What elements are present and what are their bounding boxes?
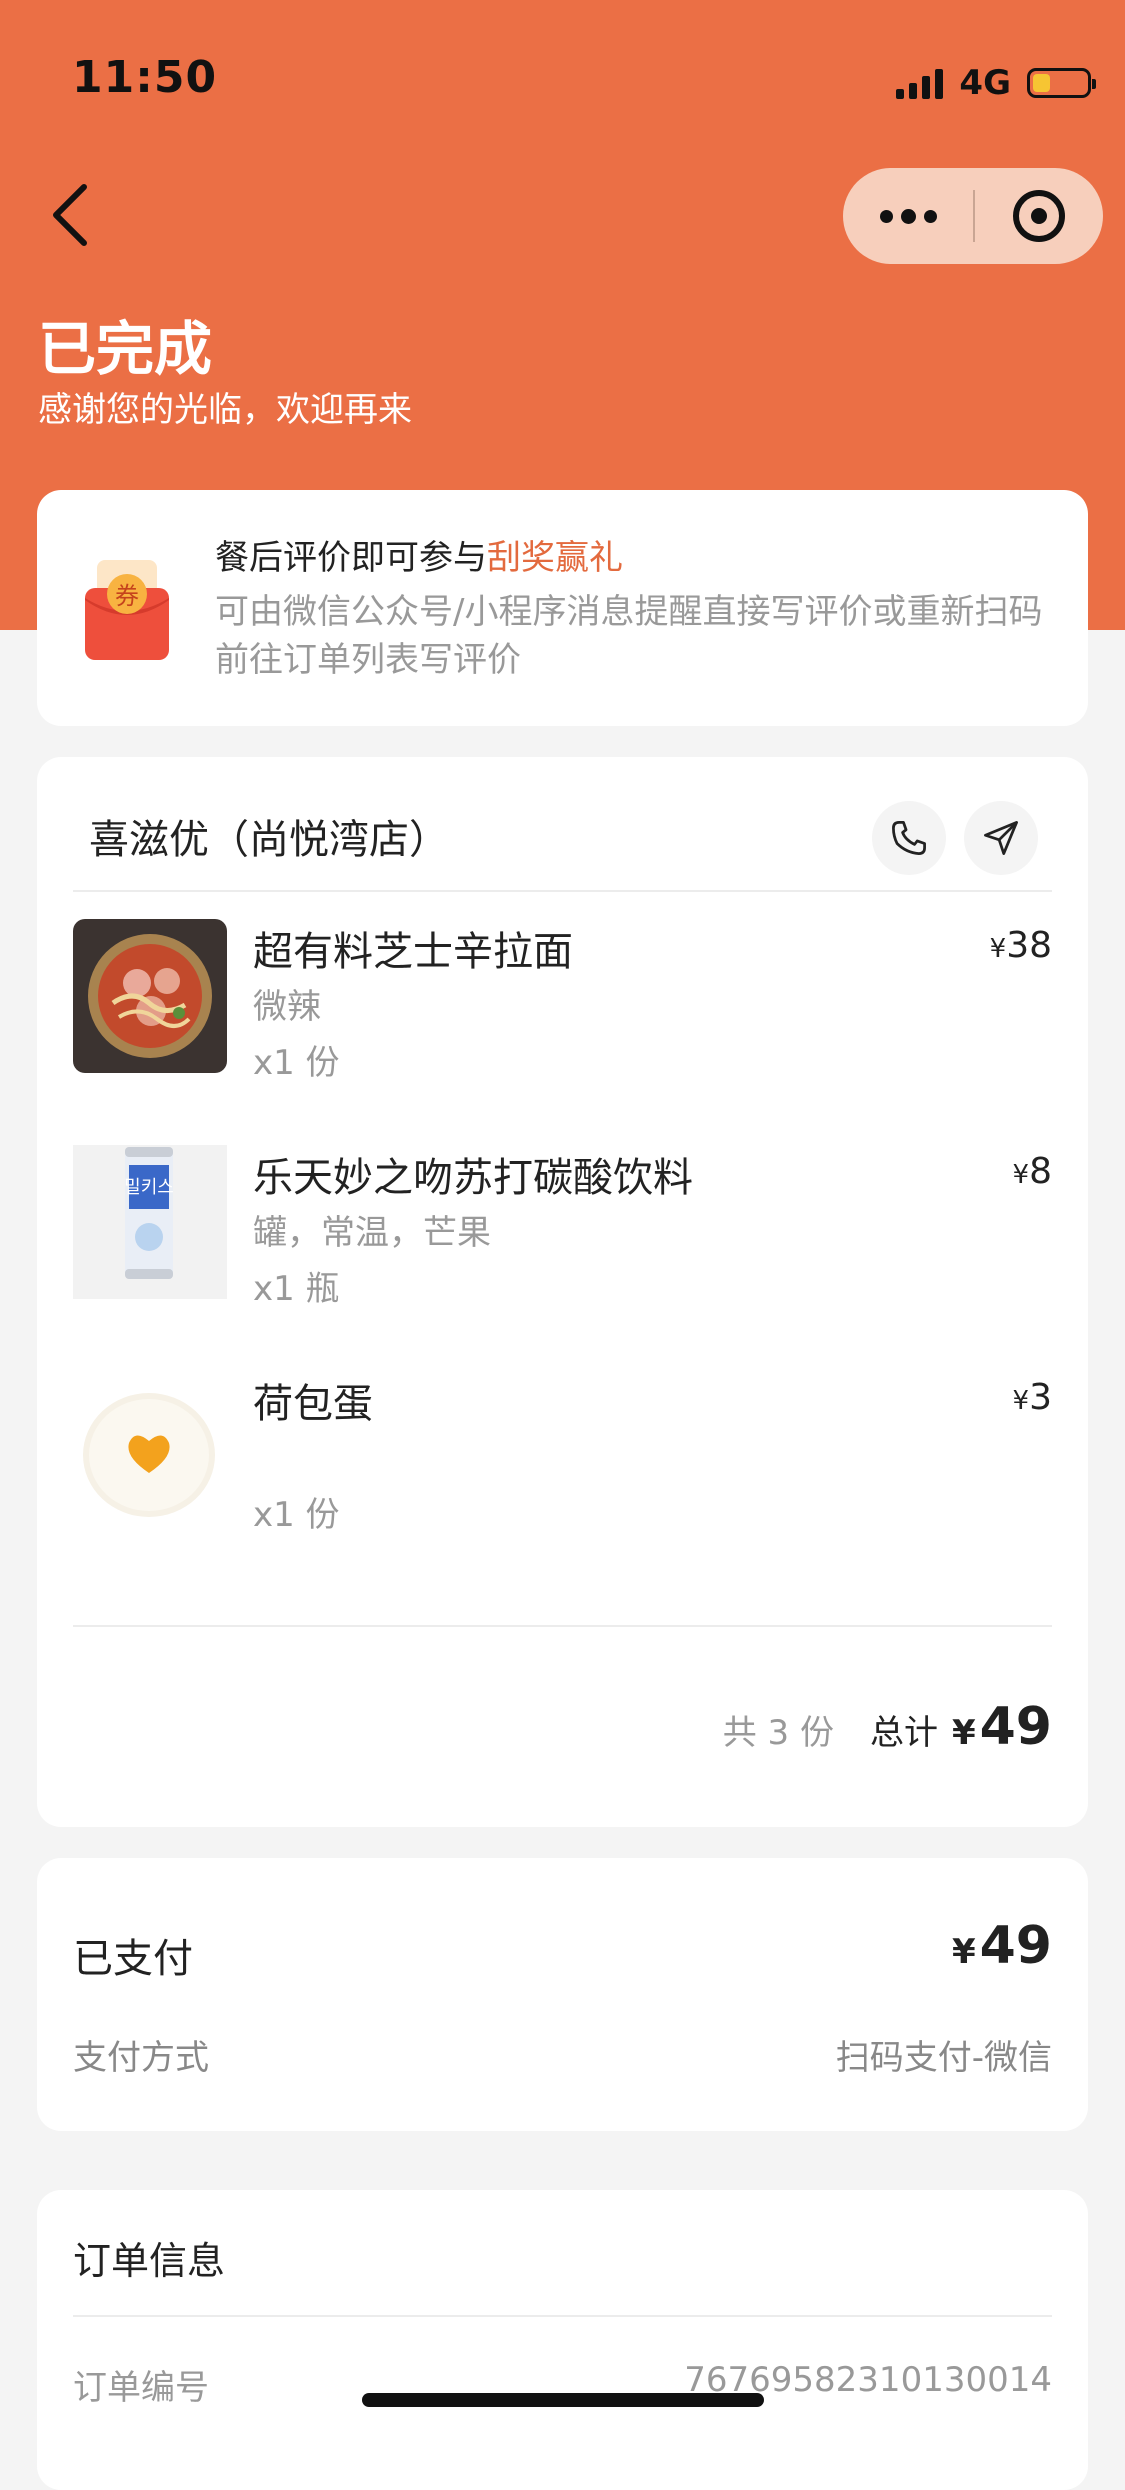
phone-icon — [892, 821, 926, 855]
navigation-icon — [984, 821, 1018, 855]
promo-title: 餐后评价即可参与刮奖赢礼 — [215, 538, 623, 578]
chevron-left-icon — [53, 184, 87, 246]
signal-icon — [896, 67, 944, 99]
item-quantity: x1 瓶 — [253, 1269, 340, 1309]
promo-highlight: 刮奖赢礼 — [487, 538, 623, 578]
status-icons: 4G — [896, 60, 1096, 106]
order-item[interactable]: 밀키스 乐天妙之吻苏打碳酸饮料 罐，常温，芒果 x1 瓶 ¥8 — [37, 1145, 1088, 1335]
divider — [73, 890, 1052, 892]
call-store-button[interactable] — [872, 801, 946, 875]
item-spec: 微辣 — [253, 987, 321, 1027]
back-button[interactable] — [40, 175, 110, 255]
order-info-card: 订单信息 订单编号 76769582310130014 — [37, 2190, 1088, 2490]
item-count: 共 3 份 — [722, 1713, 834, 1753]
payment-amount: ¥49 — [951, 1916, 1052, 1976]
payment-method: 扫码支付-微信 — [835, 2038, 1052, 2078]
payment-method-label: 支付方式 — [73, 2038, 209, 2078]
item-price: ¥38 — [989, 925, 1052, 966]
order-info-title: 订单信息 — [73, 2239, 226, 2283]
close-button[interactable] — [975, 168, 1103, 264]
promo-description: 可由微信公众号/小程序消息提醒直接写评价或重新扫码前往订单列表写评价 — [215, 592, 1043, 680]
more-dots-icon — [876, 208, 941, 224]
status-time: 11:50 — [72, 52, 218, 103]
item-quantity: x1 份 — [253, 1495, 340, 1535]
coupon-envelope-icon: 券 — [85, 560, 169, 660]
home-indicator — [362, 2393, 764, 2407]
payment-status: 已支付 — [73, 1936, 193, 1982]
soda-can-image: 밀키스 — [73, 1145, 227, 1299]
page-subtitle: 感谢您的光临，欢迎再来 — [38, 390, 412, 430]
review-promo-card[interactable]: 券 餐后评价即可参与刮奖赢礼 可由微信公众号/小程序消息提醒直接写评价或重新扫码… — [37, 490, 1088, 726]
item-name: 乐天妙之吻苏打碳酸饮料 — [253, 1155, 693, 1201]
store-name[interactable]: 喜滋优（尚悦湾店） — [89, 807, 449, 865]
order-summary: 共 3 份 总计 ¥ 49 — [723, 1697, 1052, 1757]
order-item[interactable]: 荷包蛋 x1 份 ¥3 — [37, 1371, 1088, 1561]
svg-text:밀키스: 밀키스 — [124, 1177, 174, 1198]
order-item[interactable]: 超有料芝士辛拉面 微辣 x1 份 ¥38 — [37, 919, 1088, 1109]
battery-icon — [1027, 68, 1096, 98]
divider — [73, 1625, 1052, 1627]
network-type: 4G — [959, 63, 1011, 103]
total-amount: 49 — [979, 1697, 1052, 1757]
coupon-icon-text: 券 — [115, 582, 139, 610]
order-card: 喜滋优（尚悦湾店） 超有料芝士辛拉面 微辣 x1 份 ¥38 밀키스 乐天妙之吻… — [37, 757, 1088, 1827]
divider — [73, 2315, 1052, 2317]
item-spec: 罐，常温，芒果 — [253, 1213, 491, 1253]
mini-program-capsule — [843, 168, 1103, 264]
item-quantity: x1 份 — [253, 1043, 340, 1083]
ramen-image — [73, 919, 227, 1073]
more-button[interactable] — [843, 168, 973, 264]
order-number-label: 订单编号 — [73, 2368, 209, 2408]
total-label: 总计 — [869, 1713, 938, 1753]
total-currency: ¥ — [951, 1713, 976, 1753]
item-name: 超有料芝士辛拉面 — [253, 929, 573, 975]
item-name: 荷包蛋 — [253, 1381, 373, 1427]
fried-egg-image — [73, 1371, 227, 1525]
target-close-icon — [1013, 190, 1065, 242]
item-price: ¥8 — [1012, 1151, 1052, 1192]
item-price: ¥3 — [1012, 1377, 1052, 1418]
page-title: 已完成 — [38, 315, 213, 383]
payment-card: 已支付 ¥49 支付方式 扫码支付-微信 — [37, 1858, 1088, 2131]
navigate-store-button[interactable] — [964, 801, 1038, 875]
